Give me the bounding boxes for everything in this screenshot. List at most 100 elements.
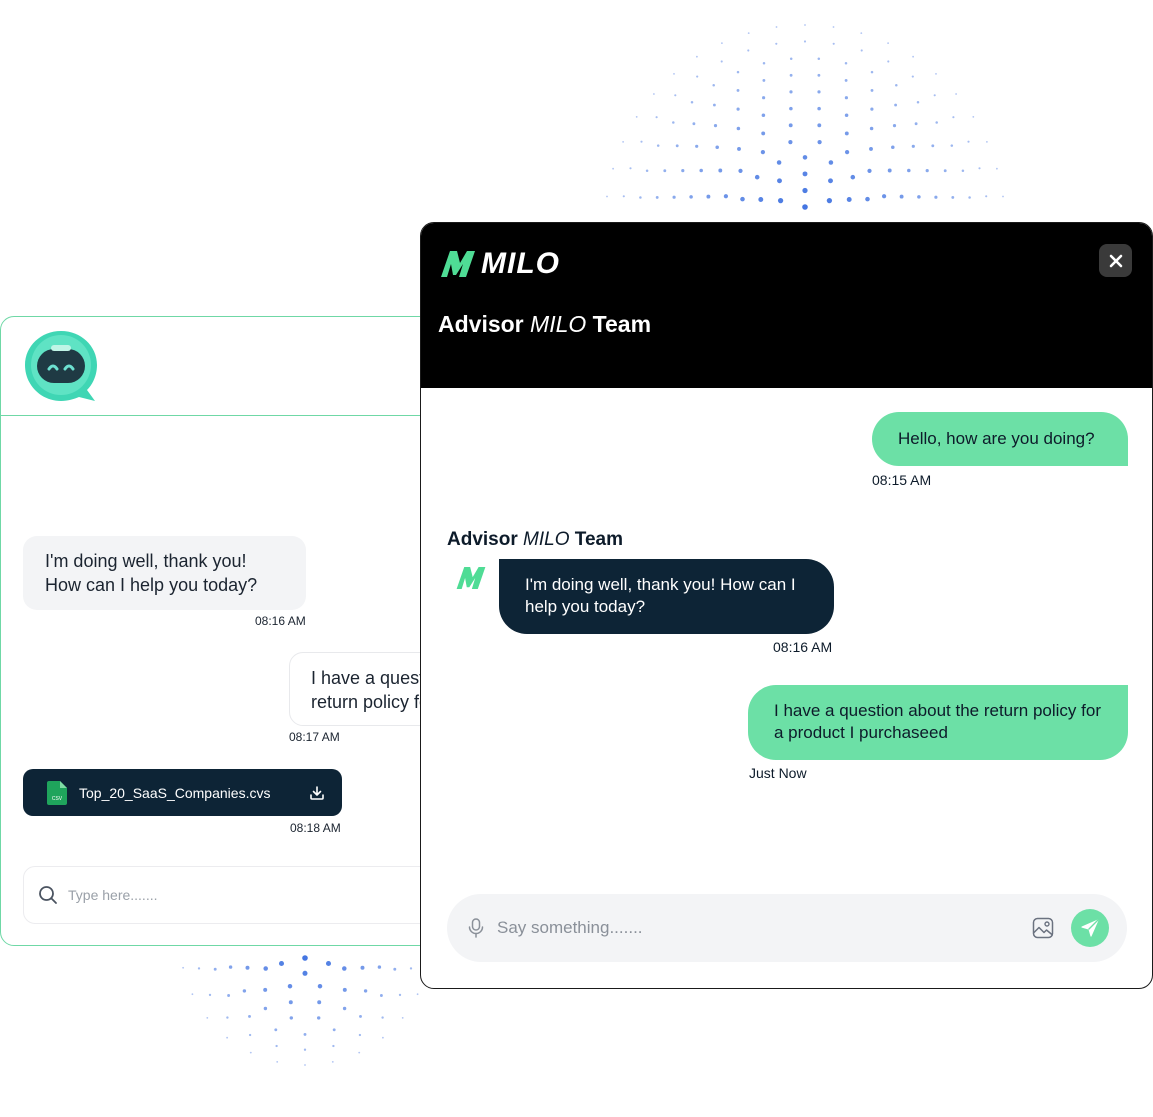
- background-dot: [760, 149, 766, 155]
- input-placeholder: Type here.......: [68, 887, 158, 903]
- outgoing-message-bubble: Hello, how are you doing?: [872, 412, 1128, 466]
- background-dot: [736, 107, 740, 111]
- send-button[interactable]: [1071, 909, 1109, 947]
- background-dot: [828, 178, 833, 184]
- background-dot: [935, 73, 937, 75]
- background-dot: [303, 1032, 307, 1036]
- background-dot: [789, 90, 793, 94]
- background-dot: [263, 966, 268, 971]
- message-text: I'm doing well, thank you! How can I hel…: [525, 575, 796, 616]
- agent-name-suffix: Team: [574, 529, 623, 550]
- message-text: Hello, how are you doing?: [898, 429, 1095, 448]
- background-dot: [844, 113, 849, 118]
- background-dot: [740, 196, 745, 202]
- background-dot: [655, 195, 659, 199]
- secondary-message-input[interactable]: Type here.......: [23, 866, 439, 924]
- background-dot: [689, 195, 693, 199]
- background-dot: [696, 55, 698, 58]
- logo-text: MILO: [481, 247, 560, 280]
- background-dot: [911, 144, 915, 148]
- image-attach-icon[interactable]: [1032, 917, 1054, 939]
- title-suffix: Team: [592, 311, 652, 337]
- background-dot: [263, 987, 268, 992]
- title-brand: MILO: [530, 311, 587, 337]
- background-dot: [761, 131, 766, 136]
- background-dot: [695, 144, 699, 148]
- secondary-chat-header: [1, 317, 439, 416]
- background-dot: [672, 121, 675, 124]
- background-dot: [892, 124, 897, 128]
- background-dot: [916, 100, 920, 104]
- background-dot: [342, 966, 347, 971]
- background-dot: [245, 965, 250, 970]
- background-dot: [967, 140, 970, 143]
- file-attachment[interactable]: CSV Top_20_SaaS_Companies.cvs: [23, 769, 342, 816]
- background-dot: [331, 1061, 334, 1063]
- background-dot: [640, 140, 643, 143]
- message-text: I'm doing well, thank you! How can I hel…: [45, 551, 258, 595]
- background-dot: [961, 169, 965, 173]
- background-dot: [844, 61, 848, 65]
- background-dot: [197, 967, 201, 970]
- agent-name-brand: MILO: [523, 529, 570, 550]
- background-dot: [358, 1051, 361, 1054]
- background-dot: [788, 139, 793, 145]
- background-dot: [316, 1016, 321, 1020]
- background-dot: [867, 168, 872, 174]
- background-dot: [887, 42, 889, 44]
- background-dot: [935, 121, 938, 124]
- message-timestamp: 08:16 AM: [255, 614, 306, 628]
- background-dot: [289, 1016, 294, 1020]
- background-dot: [996, 167, 998, 170]
- background-dot: [917, 195, 921, 199]
- background-dot: [985, 195, 988, 198]
- file-timestamp: 08:18 AM: [290, 821, 341, 835]
- background-dot: [931, 144, 935, 148]
- background-dot: [712, 84, 715, 87]
- background-dot: [656, 144, 660, 147]
- background-dot: [1002, 195, 1004, 198]
- agent-name: Advisor MILO Team: [447, 529, 623, 551]
- background-dot: [736, 70, 740, 74]
- message-timestamp: 08:15 AM: [872, 472, 932, 488]
- outgoing-message-bubble: I have a question about the return polic…: [748, 685, 1128, 760]
- close-button[interactable]: [1099, 244, 1132, 277]
- background-dot: [934, 195, 938, 199]
- background-dot: [690, 100, 694, 104]
- background-dot: [788, 123, 793, 128]
- background-dot: [736, 126, 741, 131]
- background-dot: [332, 1028, 336, 1032]
- background-dot: [777, 178, 782, 184]
- background-dot: [802, 155, 808, 160]
- background-dot: [817, 90, 821, 94]
- background-dot: [692, 122, 696, 126]
- background-dot: [276, 1061, 279, 1063]
- background-dot: [363, 989, 368, 993]
- background-dot: [287, 983, 293, 989]
- background-dot: [612, 167, 614, 170]
- download-icon[interactable]: [308, 784, 326, 802]
- chat-widget-showcase: I'm doing well, thank you! How can I hel…: [0, 0, 1153, 1117]
- background-dot: [968, 196, 971, 199]
- background-dot: [762, 78, 766, 82]
- background-dot: [622, 195, 625, 198]
- background-dot: [208, 993, 212, 997]
- chat-title: Advisor MILO Team: [438, 311, 651, 338]
- background-dot: [894, 103, 898, 107]
- background-dot: [802, 204, 808, 210]
- background-dot: [986, 141, 988, 143]
- incoming-message-bubble: I'm doing well, thank you! How can I hel…: [23, 536, 306, 610]
- background-dot: [379, 994, 383, 997]
- background-dot: [914, 122, 918, 126]
- secondary-chat-widget: I'm doing well, thank you! How can I hel…: [0, 316, 440, 946]
- background-dot: [249, 1051, 252, 1054]
- background-dot: [242, 989, 247, 993]
- background-dot: [288, 1000, 293, 1005]
- message-input[interactable]: Say something.......: [447, 894, 1127, 962]
- background-dot: [359, 1014, 362, 1018]
- background-dot: [675, 144, 679, 148]
- background-dot: [182, 966, 185, 969]
- microphone-icon[interactable]: [467, 918, 485, 938]
- background-dot: [955, 93, 957, 95]
- background-dot: [645, 169, 649, 173]
